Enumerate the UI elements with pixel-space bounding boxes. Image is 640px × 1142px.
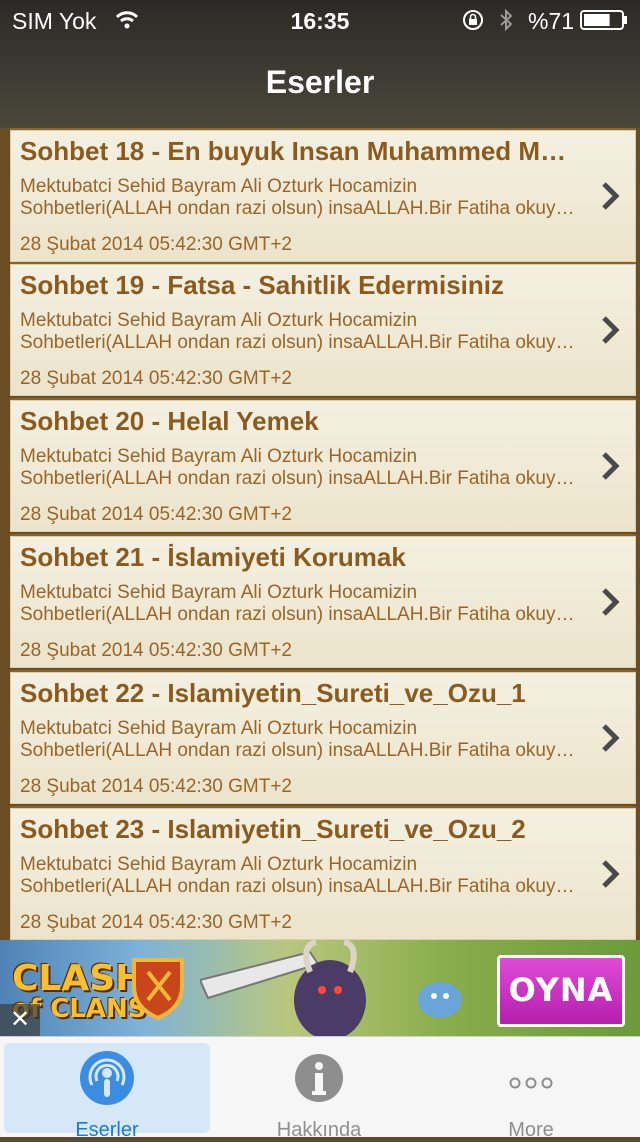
ad-logo-line: CLASH	[12, 958, 146, 999]
tab-bar: Eserler Hakkında More	[0, 1036, 640, 1141]
item-date: 28 Şubat 2014 05:42:30 GMT+2	[20, 640, 293, 661]
item-description-line: Sohbetleri(ALLAH ondan razi olsun) insaA…	[20, 740, 576, 761]
tab-hakkinda[interactable]: Hakkında	[216, 1043, 422, 1141]
podcast-icon	[80, 1051, 134, 1105]
ad-banner[interactable]: CLASH of CLANS OYNA	[0, 940, 640, 1036]
item-description: Mektubatci Sehid Bayram Ali Ozturk Hocam…	[20, 854, 576, 898]
battery-percent: %71	[528, 8, 575, 34]
list-item[interactable]: Sohbet 23 - Islamiyetin_Sureti_ve_Ozu_2 …	[10, 806, 636, 940]
bluetooth-icon	[500, 8, 513, 32]
list-item[interactable]: Sohbet 18 - En buyuk Insan Muhammed Must…	[10, 128, 636, 262]
list-item[interactable]: Sohbet 21 - İslamiyeti Korumak Mektubatc…	[10, 534, 636, 668]
item-description: Mektubatci Sehid Bayram Ali Ozturk Hocam…	[20, 446, 576, 490]
item-title: Sohbet 19 - Fatsa - Sahitlik Edermisiniz	[20, 270, 505, 300]
page-title: Eserler	[265, 64, 375, 100]
tab-eserler[interactable]: Eserler	[4, 1043, 210, 1141]
list-item[interactable]: Sohbet 22 - Islamiyetin_Sureti_ve_Ozu_1 …	[10, 670, 636, 804]
item-description: Mektubatci Sehid Bayram Ali Ozturk Hocam…	[20, 582, 576, 626]
item-date: 28 Şubat 2014 05:42:30 GMT+2	[20, 776, 293, 797]
item-title: Sohbet 20 - Helal Yemek	[20, 406, 319, 436]
item-description-line: Mektubatci Sehid Bayram Ali Ozturk Hocam…	[20, 582, 418, 603]
tab-label: Hakkında	[276, 1119, 362, 1141]
item-description: Mektubatci Sehid Bayram Ali Ozturk Hocam…	[20, 310, 576, 354]
chevron-right-icon	[602, 316, 620, 344]
item-description-line: Mektubatci Sehid Bayram Ali Ozturk Hocam…	[20, 176, 418, 197]
item-date: 28 Şubat 2014 05:42:30 GMT+2	[20, 912, 293, 933]
item-date: 28 Şubat 2014 05:42:30 GMT+2	[20, 234, 293, 255]
ad-artwork	[200, 940, 462, 1036]
rotation-lock-icon	[463, 10, 483, 30]
item-date: 28 Şubat 2014 05:42:30 GMT+2	[20, 368, 293, 389]
item-description-line: Sohbetleri(ALLAH ondan razi olsun) insaA…	[20, 198, 576, 219]
item-description: Mektubatci Sehid Bayram Ali Ozturk Hocam…	[20, 176, 576, 220]
chevron-right-icon	[602, 182, 620, 210]
item-description: Mektubatci Sehid Bayram Ali Ozturk Hocam…	[20, 718, 576, 762]
chevron-right-icon	[602, 452, 620, 480]
item-title: Sohbet 21 - İslamiyeti Korumak	[20, 542, 406, 572]
item-title: Sohbet 22 - Islamiyetin_Sureti_ve_Ozu_1	[20, 678, 526, 708]
tab-more[interactable]: More	[428, 1043, 634, 1141]
list-item[interactable]: Sohbet 20 - Helal Yemek Mektubatci Sehid…	[10, 398, 636, 532]
info-icon	[295, 1054, 343, 1102]
item-date: 28 Şubat 2014 05:42:30 GMT+2	[20, 504, 293, 525]
ad-close-button[interactable]: ✕	[0, 1004, 40, 1036]
item-title: Sohbet 23 - Islamiyetin_Sureti_ve_Ozu_2	[20, 814, 526, 844]
item-description-line: Mektubatci Sehid Bayram Ali Ozturk Hocam…	[20, 446, 418, 467]
tab-label: More	[508, 1119, 554, 1141]
status-bar: SIM Yok 16:35 %71	[0, 0, 640, 40]
list-item[interactable]: Sohbet 19 - Fatsa - Sahitlik Edermisiniz…	[10, 262, 636, 396]
item-description-line: Mektubatci Sehid Bayram Ali Ozturk Hocam…	[20, 310, 418, 331]
item-description-line: Mektubatci Sehid Bayram Ali Ozturk Hocam…	[20, 718, 418, 739]
chevron-right-icon	[602, 588, 620, 616]
ad-play-button[interactable]: OYNA	[497, 955, 625, 1027]
more-icon	[509, 1077, 553, 1089]
eserler-list[interactable]: Sohbet 18 - En buyuk Insan Muhammed Must…	[0, 128, 640, 940]
item-description-line: Mektubatci Sehid Bayram Ali Ozturk Hocam…	[20, 854, 418, 875]
top-bar: SIM Yok 16:35 %71 Eserler	[0, 0, 640, 128]
item-description-line: Sohbetleri(ALLAH ondan razi olsun) insaA…	[20, 876, 576, 897]
item-description-line: Sohbetleri(ALLAH ondan razi olsun) insaA…	[20, 604, 576, 625]
battery-icon	[580, 10, 627, 30]
shield-icon	[132, 958, 184, 1020]
chevron-right-icon	[602, 724, 620, 752]
chevron-right-icon	[602, 860, 620, 888]
item-title: Sohbet 18 - En buyuk Insan Muhammed Must…	[20, 136, 580, 166]
tab-label: Eserler	[75, 1119, 139, 1141]
item-description-line: Sohbetleri(ALLAH ondan razi olsun) insaA…	[20, 468, 576, 489]
item-description-line: Sohbetleri(ALLAH ondan razi olsun) insaA…	[20, 332, 576, 353]
